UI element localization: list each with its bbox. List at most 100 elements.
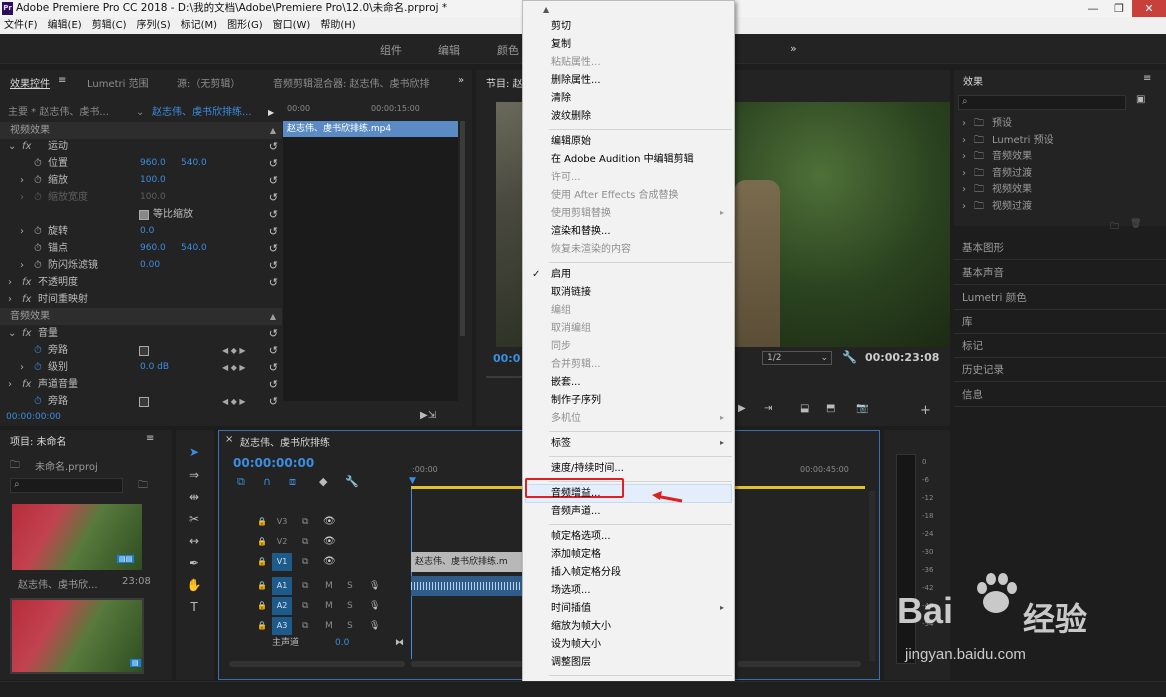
right-panel-5[interactable]: 历史记录: [962, 362, 1004, 377]
menu-window[interactable]: 窗口(W): [273, 17, 311, 34]
expand-icon[interactable]: ›: [962, 166, 966, 182]
sync-lock-icon[interactable]: ⧉: [302, 597, 308, 615]
menu-item[interactable]: 取消链接: [551, 284, 591, 301]
ec-timecode[interactable]: 00:00:00:00: [6, 412, 61, 422]
scale-value[interactable]: 100.0: [140, 172, 166, 189]
lock-icon[interactable]: 🔒: [257, 513, 267, 531]
video-clip[interactable]: 赵志伟、虔书欣排练.m: [411, 552, 525, 572]
anchor-x-value[interactable]: 960.0: [140, 240, 166, 257]
new-bin-icon[interactable]: 🗀: [138, 478, 148, 495]
audio-clip[interactable]: [411, 576, 525, 596]
delete-icon[interactable]: 🗑: [1130, 219, 1141, 229]
eye-icon[interactable]: 👁: [323, 553, 336, 571]
lock-icon[interactable]: 🔒: [257, 533, 267, 551]
more-tabs-icon[interactable]: »: [458, 75, 464, 86]
menu-file[interactable]: 文件(F): [4, 17, 38, 34]
timeline-vscroll[interactable]: [869, 491, 875, 661]
timeline-tab[interactable]: 赵志伟、虔书欣排练: [240, 434, 330, 449]
menu-item[interactable]: 速度/持续时间...: [551, 460, 624, 477]
timeline-scrollbar[interactable]: [411, 661, 525, 667]
flicker-value[interactable]: 0.00: [140, 257, 160, 274]
pen-tool-icon[interactable]: ✒: [186, 555, 202, 571]
ec-clip-bar[interactable]: 赵志伟、虔书欣排练.mp4: [283, 121, 458, 137]
project-menu-icon[interactable]: ≡: [146, 433, 154, 444]
extract-icon[interactable]: ⬒: [826, 403, 835, 414]
menu-item[interactable]: 在 Adobe Audition 中编辑剪辑: [551, 151, 694, 168]
menu-item[interactable]: 复制: [551, 36, 571, 53]
master-track-value[interactable]: 0.0: [335, 634, 349, 652]
timeline-settings-icon[interactable]: 🔧: [345, 475, 359, 488]
program-scrubber[interactable]: [486, 376, 524, 378]
menu-item[interactable]: 场选项...: [551, 582, 591, 599]
tab-audio-clip-mixer[interactable]: 音频剪辑混合器: 赵志伟、虔书欣排: [273, 75, 430, 90]
slip-tool-icon[interactable]: ↔: [186, 533, 202, 549]
sync-lock-icon[interactable]: ⧉: [302, 577, 308, 595]
eye-icon[interactable]: 👁: [323, 533, 336, 551]
workspace-editing[interactable]: 编辑: [438, 42, 460, 58]
menu-item[interactable]: 缩放为帧大小: [551, 618, 611, 635]
wrench-icon[interactable]: 🔧: [842, 350, 857, 364]
solo-button[interactable]: S: [347, 577, 353, 595]
program-timecode-left[interactable]: 00:0: [493, 352, 520, 365]
sync-lock-icon[interactable]: ⧉: [302, 533, 308, 551]
menu-item[interactable]: 调整图层: [551, 654, 591, 671]
channel-volume-row[interactable]: › fx 声道音量 ↺: [0, 376, 282, 393]
more-workspaces-icon[interactable]: »: [790, 42, 797, 55]
expand-icon[interactable]: ›: [962, 116, 966, 132]
add-button-icon[interactable]: +: [920, 403, 931, 418]
track-target-v2[interactable]: V2: [272, 533, 292, 551]
expand-icon[interactable]: ›: [962, 182, 966, 198]
fit-dropdown[interactable]: 1/2 ⌄: [762, 351, 832, 365]
solo-button[interactable]: S: [347, 617, 353, 635]
ripple-edit-tool-icon[interactable]: ⇹: [186, 489, 202, 505]
ec-scrollbar[interactable]: [460, 121, 465, 336]
step-forward-icon[interactable]: ⇥: [764, 403, 772, 414]
razor-tool-icon[interactable]: ✂: [186, 511, 202, 527]
effects-folder-item[interactable]: › 🗀 视频效果: [960, 182, 1150, 198]
menu-help[interactable]: 帮助(H): [320, 17, 355, 34]
accelerated-effects-icon[interactable]: ▣: [1136, 94, 1145, 105]
opacity-row[interactable]: › fx 不透明度 ↺: [0, 274, 282, 291]
tab-source[interactable]: 源:（无剪辑）: [177, 75, 240, 90]
menu-sequence[interactable]: 序列(S): [136, 17, 170, 34]
selection-tool-icon[interactable]: ➤: [186, 444, 202, 460]
track-target-v1[interactable]: V1: [272, 553, 292, 571]
menu-item[interactable]: 帧定格选项...: [551, 528, 611, 545]
menu-edit[interactable]: 编辑(E): [48, 17, 82, 34]
sequence-thumbnail[interactable]: [10, 598, 144, 674]
minimize-icon[interactable]: —: [1080, 0, 1106, 17]
menu-item[interactable]: 编辑原始: [551, 133, 591, 150]
menu-item-audio-gain[interactable]: 音频增益...: [551, 485, 601, 502]
expand-icon[interactable]: ›: [962, 149, 966, 165]
clip-name[interactable]: 赵志伟、虔书欣...: [18, 576, 98, 591]
track-target-a2[interactable]: A2: [272, 597, 292, 615]
solo-button[interactable]: S: [347, 597, 353, 615]
menu-graphics[interactable]: 图形(G): [227, 17, 263, 34]
expand-icon[interactable]: ›: [962, 199, 966, 215]
menu-item[interactable]: 启用: [551, 266, 571, 283]
menu-item[interactable]: 音频声道...: [551, 503, 601, 520]
microphone-icon[interactable]: 🎙: [369, 617, 380, 635]
project-search-input[interactable]: ⌕: [10, 478, 123, 493]
close-icon[interactable]: ✕: [1132, 0, 1166, 17]
lift-icon[interactable]: ⬓: [800, 403, 809, 414]
track-select-tool-icon[interactable]: ⇒: [186, 467, 202, 483]
menu-item[interactable]: 插入帧定格分段: [551, 564, 621, 581]
menu-item[interactable]: 渲染和替换...: [551, 223, 611, 240]
menu-item[interactable]: 设为帧大小: [551, 636, 601, 653]
sync-lock-icon[interactable]: ⧉: [302, 617, 308, 635]
track-target-a3[interactable]: A3: [272, 617, 292, 635]
menu-item[interactable]: 删除属性...: [551, 72, 601, 89]
position-x-value[interactable]: 960.0: [140, 155, 166, 172]
effects-folder-item[interactable]: › 🗀 音频效果: [960, 149, 1150, 165]
track-target-v3[interactable]: V3: [272, 513, 292, 531]
lock-icon[interactable]: 🔒: [257, 597, 267, 615]
workspace-color[interactable]: 颜色: [497, 42, 519, 58]
timeline-timecode[interactable]: 00:00:00:00: [233, 456, 314, 470]
play-icon[interactable]: ▶: [738, 403, 746, 414]
microphone-icon[interactable]: 🎙: [369, 597, 380, 615]
volume-row[interactable]: ⌄ fx 音量 ↺: [0, 325, 282, 342]
camera-icon[interactable]: 📷: [856, 403, 868, 414]
anchor-y-value[interactable]: 540.0: [181, 240, 207, 257]
program-tab[interactable]: 节目: 赵: [486, 75, 523, 90]
